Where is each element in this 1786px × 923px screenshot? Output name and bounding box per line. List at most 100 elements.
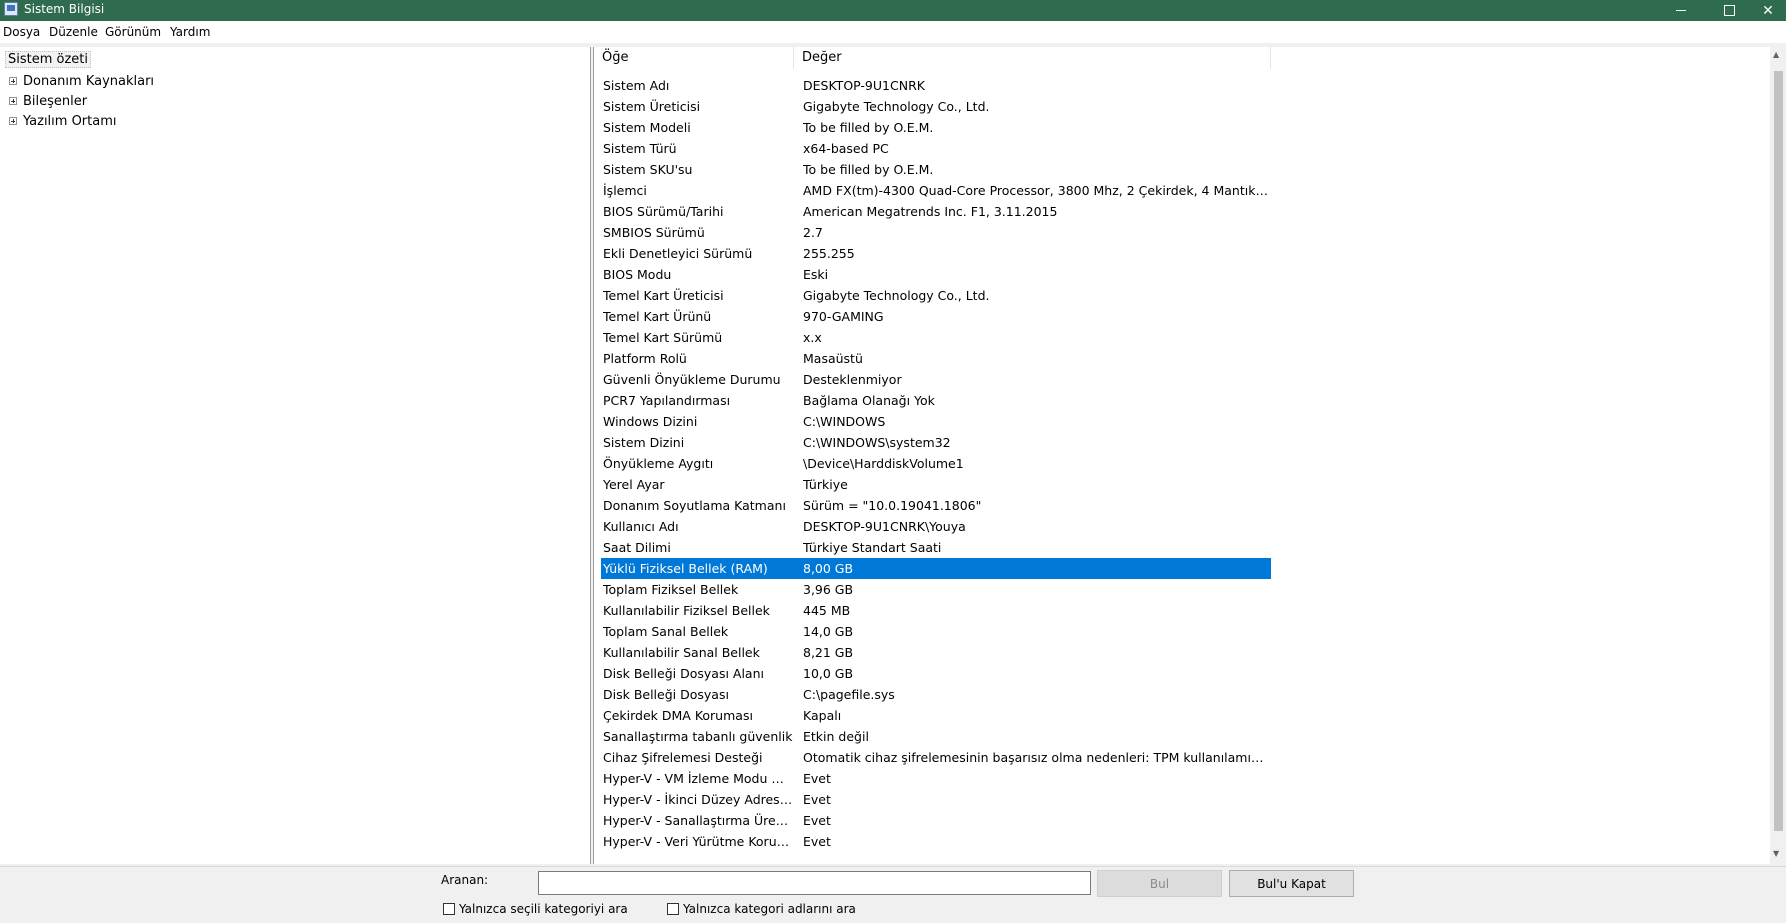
list-row[interactable]: Toplam Fiziksel Bellek 3,96 GB [601,579,1271,600]
row-item: Sistem SKU'su [603,162,693,177]
maximize-button[interactable] [1707,0,1751,21]
window-title: Sistem Bilgisi [24,2,105,16]
details-list: Öğe Değer Sistem Adı DESKTOP-9U1CNRK Siste… [593,47,1786,864]
expand-plus-icon[interactable] [9,77,17,85]
row-value: x64-based PC [803,141,889,156]
menu-view[interactable]: Görünüm [105,25,161,39]
expand-plus-icon[interactable] [9,97,17,105]
search-category-names-option[interactable]: Yalnızca kategori adlarını ara [667,902,856,916]
search-selected-category-option[interactable]: Yalnızca seçili kategoriyi ara [443,902,628,916]
expand-plus-icon[interactable] [9,117,17,125]
minimize-icon [1676,10,1686,11]
row-value: \Device\HarddiskVolume1 [803,456,964,471]
list-row[interactable]: Disk Belleği Dosyası C:\pagefile.sys [601,684,1271,705]
scroll-up-arrow-icon[interactable]: ▲ [1773,50,1779,59]
row-value: Otomatik cihaz şifrelemesinin başarısız … [803,750,1269,765]
row-item: Ekli Denetleyici Sürümü [603,246,753,261]
list-row[interactable]: Hyper-V - Sanallaştırma Üretici ... Evet [601,810,1271,831]
row-item: Cihaz Şifrelemesi Desteği [603,750,763,765]
row-value: Türkiye Standart Saati [803,540,942,555]
list-row[interactable]: Sistem Adı DESKTOP-9U1CNRK [601,75,1271,96]
list-row[interactable]: Donanım Soyutlama Katmanı Sürüm = "10.0.1… [601,495,1271,516]
menu-help[interactable]: Yardım [170,25,210,39]
list-row[interactable]: Cihaz Şifrelemesi Desteği Otomatik cihaz … [601,747,1271,768]
list-row[interactable]: Sistem SKU'su To be filled by O.E.M. [601,159,1271,180]
list-row[interactable]: Disk Belleği Dosyası Alanı 10,0 GB [601,663,1271,684]
list-row[interactable]: BIOS Sürümü/Tarihi American Megatrends In… [601,201,1271,222]
list-row[interactable]: BIOS Modu Eski [601,264,1271,285]
close-button[interactable]: ✕ [1746,0,1786,21]
row-value: To be filled by O.E.M. [803,162,934,177]
list-row[interactable]: Yerel Ayar Türkiye [601,474,1271,495]
list-row[interactable]: Windows Dizini C:\WINDOWS [601,411,1271,432]
row-item: Donanım Soyutlama Katmanı [603,498,786,513]
row-item: Yüklü Fiziksel Bellek (RAM) [603,561,768,576]
list-row[interactable]: Yüklü Fiziksel Bellek (RAM) 8,00 GB [601,558,1271,579]
list-row[interactable]: Güvenli Önyükleme Durumu Desteklenmiyor [601,369,1271,390]
list-row[interactable]: Sistem Türü x64-based PC [601,138,1271,159]
menu-edit[interactable]: Düzenle [49,25,98,39]
list-row[interactable]: Temel Kart Üreticisi Gigabyte Technology … [601,285,1271,306]
list-row[interactable]: Saat Dilimi Türkiye Standart Saati [601,537,1271,558]
column-header-value[interactable]: Değer [794,47,1271,69]
scroll-thumb[interactable] [1774,71,1783,831]
row-item: Hyper-V - VM İzleme Modu Uz... [603,771,793,786]
row-item: Sanallaştırma tabanlı güvenlik [603,729,793,744]
list-row[interactable]: Çekirdek DMA Koruması Kapalı [601,705,1271,726]
selected-category-checkbox[interactable] [443,903,455,915]
list-row[interactable]: Platform Rolü Masaüstü [601,348,1271,369]
menu-file[interactable]: Dosya [3,25,40,39]
tree-item-hardware-resources[interactable]: Donanım Kaynakları [9,72,154,90]
minimize-button[interactable] [1659,0,1703,21]
row-item: Saat Dilimi [603,540,671,555]
list-row[interactable]: Ekli Denetleyici Sürümü 255.255 [601,243,1271,264]
list-row[interactable]: Toplam Sanal Bellek 14,0 GB [601,621,1271,642]
row-item: BIOS Modu [603,267,672,282]
list-row[interactable]: Hyper-V - İkinci Düzey Adres Ç... Evet [601,789,1271,810]
list-row[interactable]: Sistem Modeli To be filled by O.E.M. [601,117,1271,138]
list-row[interactable]: Önyükleme Aygıtı \Device\HarddiskVolume1 [601,453,1271,474]
close-find-button[interactable]: Bul'u Kapat [1229,870,1354,897]
row-value: 8,00 GB [803,561,854,576]
list-row[interactable]: Kullanıcı Adı DESKTOP-9U1CNRK\Youya [601,516,1271,537]
category-tree: Sistem özeti Donanım Kaynakları Bileşenl… [0,47,591,864]
row-value: Bağlama Olanağı Yok [803,393,935,408]
tree-item-components[interactable]: Bileşenler [9,92,87,110]
list-row[interactable]: Sanallaştırma tabanlı güvenlik Etkin deği… [601,726,1271,747]
tree-item-label: Bileşenler [23,93,88,109]
row-value: AMD FX(tm)-4300 Quad-Core Processor, 380… [803,183,1269,198]
column-header-item[interactable]: Öğe [594,47,794,69]
row-value: C:\WINDOWS\system32 [803,435,951,450]
list-row[interactable]: Temel Kart Sürümü x.x [601,327,1271,348]
row-value: 3,96 GB [803,582,854,597]
list-row[interactable]: Hyper-V - Veri Yürütme Korum... Evet [601,831,1271,852]
row-item: BIOS Sürümü/Tarihi [603,204,724,219]
row-value: Gigabyte Technology Co., Ltd. [803,288,990,303]
menu-bar: Dosya Düzenle Görünüm Yardım [0,21,1786,43]
scroll-down-arrow-icon[interactable]: ▼ [1773,849,1779,858]
list-row[interactable]: Sistem Dizini C:\WINDOWS\system32 [601,432,1271,453]
row-item: Çekirdek DMA Koruması [603,708,753,723]
list-row[interactable]: Sistem Üreticisi Gigabyte Technology Co.,… [601,96,1271,117]
row-value: 2.7 [803,225,823,240]
list-row[interactable]: Kullanılabilir Sanal Bellek 8,21 GB [601,642,1271,663]
tree-item-system-summary[interactable]: Sistem özeti [5,51,92,68]
row-value: Evet [803,792,831,807]
search-input[interactable] [538,871,1091,895]
row-item: Windows Dizini [603,414,698,429]
list-row[interactable]: SMBIOS Sürümü 2.7 [601,222,1271,243]
find-button[interactable]: Bul [1097,870,1222,897]
row-value: Eski [803,267,829,282]
row-item: Sistem Adı [603,78,670,93]
row-value: DESKTOP-9U1CNRK\Youya [803,519,966,534]
tree-item-software-environment[interactable]: Yazılım Ortamı [9,112,117,130]
row-item: Disk Belleği Dosyası Alanı [603,666,764,681]
list-row[interactable]: Temel Kart Ürünü 970-GAMING [601,306,1271,327]
list-row[interactable]: İşlemci AMD FX(tm)-4300 Quad-Core Process… [601,180,1271,201]
list-row[interactable]: PCR7 Yapılandırması Bağlama Olanağı Yok [601,390,1271,411]
list-row[interactable]: Kullanılabilir Fiziksel Bellek 445 MB [601,600,1271,621]
vertical-scrollbar[interactable]: ▲ ▼ [1770,47,1786,864]
list-row[interactable]: Hyper-V - VM İzleme Modu Uz... Evet [601,768,1271,789]
category-names-checkbox[interactable] [667,903,679,915]
row-value: Gigabyte Technology Co., Ltd. [803,99,990,114]
